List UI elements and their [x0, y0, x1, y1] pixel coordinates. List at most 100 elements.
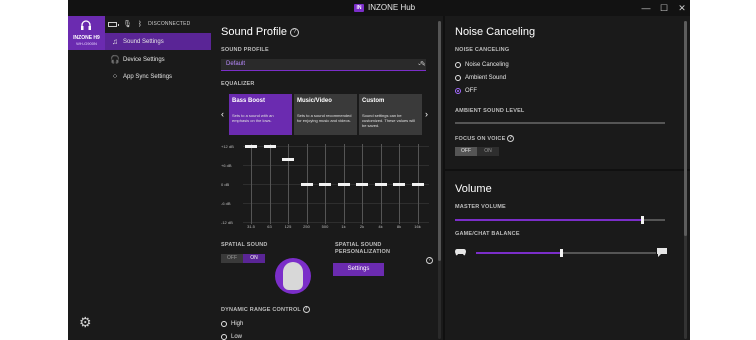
eq-band-thumb[interactable]	[374, 183, 387, 186]
sound-profile-select[interactable]: Default ⌄	[221, 59, 426, 71]
toggle-on[interactable]: ON	[477, 147, 499, 156]
connection-status: DISCONNECTED	[148, 21, 191, 27]
eq-band-thumb[interactable]	[282, 157, 294, 161]
sidebar-item-label: App Sync Settings	[123, 73, 173, 80]
chevron-right-icon[interactable]: ›	[425, 109, 428, 119]
radio-button[interactable]	[221, 321, 227, 327]
preset-description: Sets to a sound with an emphasis on the …	[232, 113, 274, 123]
toggle-off[interactable]: OFF	[221, 254, 243, 263]
close-button[interactable]: ✕	[675, 2, 689, 14]
ambient-level-slider[interactable]	[455, 122, 665, 124]
eq-band-track[interactable]	[251, 144, 252, 224]
right-scrollbar[interactable]	[684, 21, 687, 339]
equalizer-chart: +12 dB +6 dB 0 dB -6 dB -12 dB 31.5 63 125 250 50…	[221, 144, 431, 244]
preset-bass-boost[interactable]: Bass Boost Sets to a sound with an empha…	[229, 94, 292, 135]
eq-y-label: -6 dB	[221, 201, 231, 206]
help-icon[interactable]: ?	[426, 257, 433, 264]
slider-knob[interactable]	[559, 249, 563, 257]
personalization-settings-button[interactable]: Settings	[333, 263, 384, 276]
eq-band-track[interactable]	[288, 144, 289, 224]
eq-y-label: 0 dB	[221, 182, 230, 187]
eq-band-thumb[interactable]	[393, 183, 405, 186]
headphones-icon: 🎧	[110, 55, 120, 64]
noise-canceling-title: Noise Canceling	[455, 26, 536, 38]
radio-label: Noise Canceling	[465, 62, 509, 68]
headset-icon	[81, 20, 91, 30]
ambient-level-label: AMBIENT SOUND LEVEL	[455, 108, 525, 114]
help-icon[interactable]: ?	[290, 27, 300, 37]
focus-on-voice-text: FOCUS ON VOICE	[455, 135, 506, 142]
eq-band-thumb[interactable]	[356, 183, 368, 186]
master-volume-label: MASTER VOLUME	[455, 204, 506, 210]
eq-band-label: 4k	[378, 224, 383, 229]
eq-band-label: 31.5	[247, 224, 255, 229]
radio-button[interactable]	[455, 75, 461, 81]
radio-button-selected[interactable]	[455, 88, 461, 94]
sidebar-item-sound-settings[interactable]: ♫ Sound Settings	[105, 33, 211, 50]
eq-gridline	[243, 222, 429, 223]
radio-label: Low	[231, 334, 243, 340]
main-scrollbar[interactable]	[438, 21, 441, 339]
sidebar-item-app-sync-settings[interactable]: ⁘ App Sync Settings	[105, 68, 211, 85]
sound-profile-label: SOUND PROFILE	[221, 47, 269, 53]
nc-option-off[interactable]: OFF	[455, 88, 477, 94]
eq-band-thumb[interactable]	[300, 183, 313, 186]
spatial-sound-label: SPATIAL SOUND	[221, 242, 268, 248]
title-bar: IN INZONE Hub — ☐ ✕	[68, 0, 690, 16]
device-card[interactable]: INZONE H9 WH-G900N	[68, 16, 105, 50]
slider-knob[interactable]	[640, 216, 644, 224]
slider-fill	[476, 252, 561, 254]
scrollbar-thumb[interactable]	[438, 21, 441, 261]
game-chat-balance-slider[interactable]	[476, 249, 656, 257]
battery-icon	[108, 21, 119, 27]
music-note-icon: ♫	[112, 37, 118, 46]
personalization-label-line1: SPATIAL SOUND	[335, 242, 382, 248]
eq-band-thumb[interactable]	[263, 145, 276, 148]
sidebar: INZONE H9 WH-G900N 🎙 ᛒ DISCONNECTED ♫ So…	[68, 16, 211, 340]
nc-option-noise-canceling[interactable]: Noise Canceling	[455, 62, 509, 68]
preset-description: Sound settings can be customized. These …	[362, 113, 415, 128]
eq-band-thumb[interactable]	[337, 183, 350, 186]
toggle-off[interactable]: OFF	[455, 147, 477, 156]
device-model: WH-G900N	[76, 41, 97, 46]
gear-icon[interactable]: ⚙	[79, 314, 92, 331]
edit-icon[interactable]: ✎	[420, 60, 426, 68]
eq-band-thumb[interactable]	[319, 183, 331, 186]
personalization-label-line2: PERSONALIZATION	[335, 249, 391, 255]
scrollbar-thumb[interactable]	[684, 21, 687, 236]
spatial-sound-toggle[interactable]: OFF ON	[221, 254, 265, 263]
radio-button[interactable]	[221, 334, 227, 340]
eq-band-label: 8k	[396, 224, 402, 229]
apps-grid-icon: ⁘	[111, 72, 119, 81]
sound-panel: Sound Profile ? SOUND PROFILE Default ⌄ …	[214, 16, 442, 340]
selected-profile: Default	[226, 61, 246, 67]
maximize-button[interactable]: ☐	[657, 2, 671, 14]
dynamic-range-low[interactable]: Low	[221, 334, 242, 340]
preset-music-video[interactable]: Music/Video Sets to a sound recommended …	[294, 94, 357, 135]
master-volume-slider[interactable]	[455, 216, 665, 224]
minimize-button[interactable]: —	[639, 2, 653, 14]
preset-custom[interactable]: Custom Sound settings can be customized.…	[359, 94, 422, 135]
eq-band-thumb[interactable]	[245, 145, 257, 148]
sidebar-item-device-settings[interactable]: 🎧 Device Settings	[105, 51, 211, 68]
eq-band-label: 2k	[359, 224, 365, 229]
radio-label: High	[231, 321, 244, 327]
help-icon[interactable]: ?	[302, 306, 310, 313]
slider-fill	[455, 219, 642, 221]
radio-label: OFF	[465, 88, 477, 94]
device-status-row: 🎙 ᛒ DISCONNECTED	[108, 19, 191, 29]
radio-button[interactable]	[455, 62, 461, 68]
toggle-on[interactable]: ON	[243, 254, 265, 263]
eq-band-thumb[interactable]	[411, 183, 424, 186]
eq-band-label: 250	[303, 224, 310, 229]
game-chat-balance-label: GAME/CHAT BALANCE	[455, 231, 520, 237]
app-title: INZONE Hub	[368, 3, 416, 12]
radio-label: Ambient Sound	[465, 75, 507, 81]
help-icon[interactable]: ?	[507, 135, 515, 142]
chevron-left-icon[interactable]: ‹	[221, 109, 224, 119]
eq-band-track[interactable]	[269, 144, 271, 224]
dynamic-range-high[interactable]: High	[221, 321, 243, 327]
eq-y-label: +12 dB	[221, 144, 234, 149]
nc-option-ambient-sound[interactable]: Ambient Sound	[455, 75, 506, 81]
focus-on-voice-toggle[interactable]: OFF ON	[455, 147, 499, 156]
